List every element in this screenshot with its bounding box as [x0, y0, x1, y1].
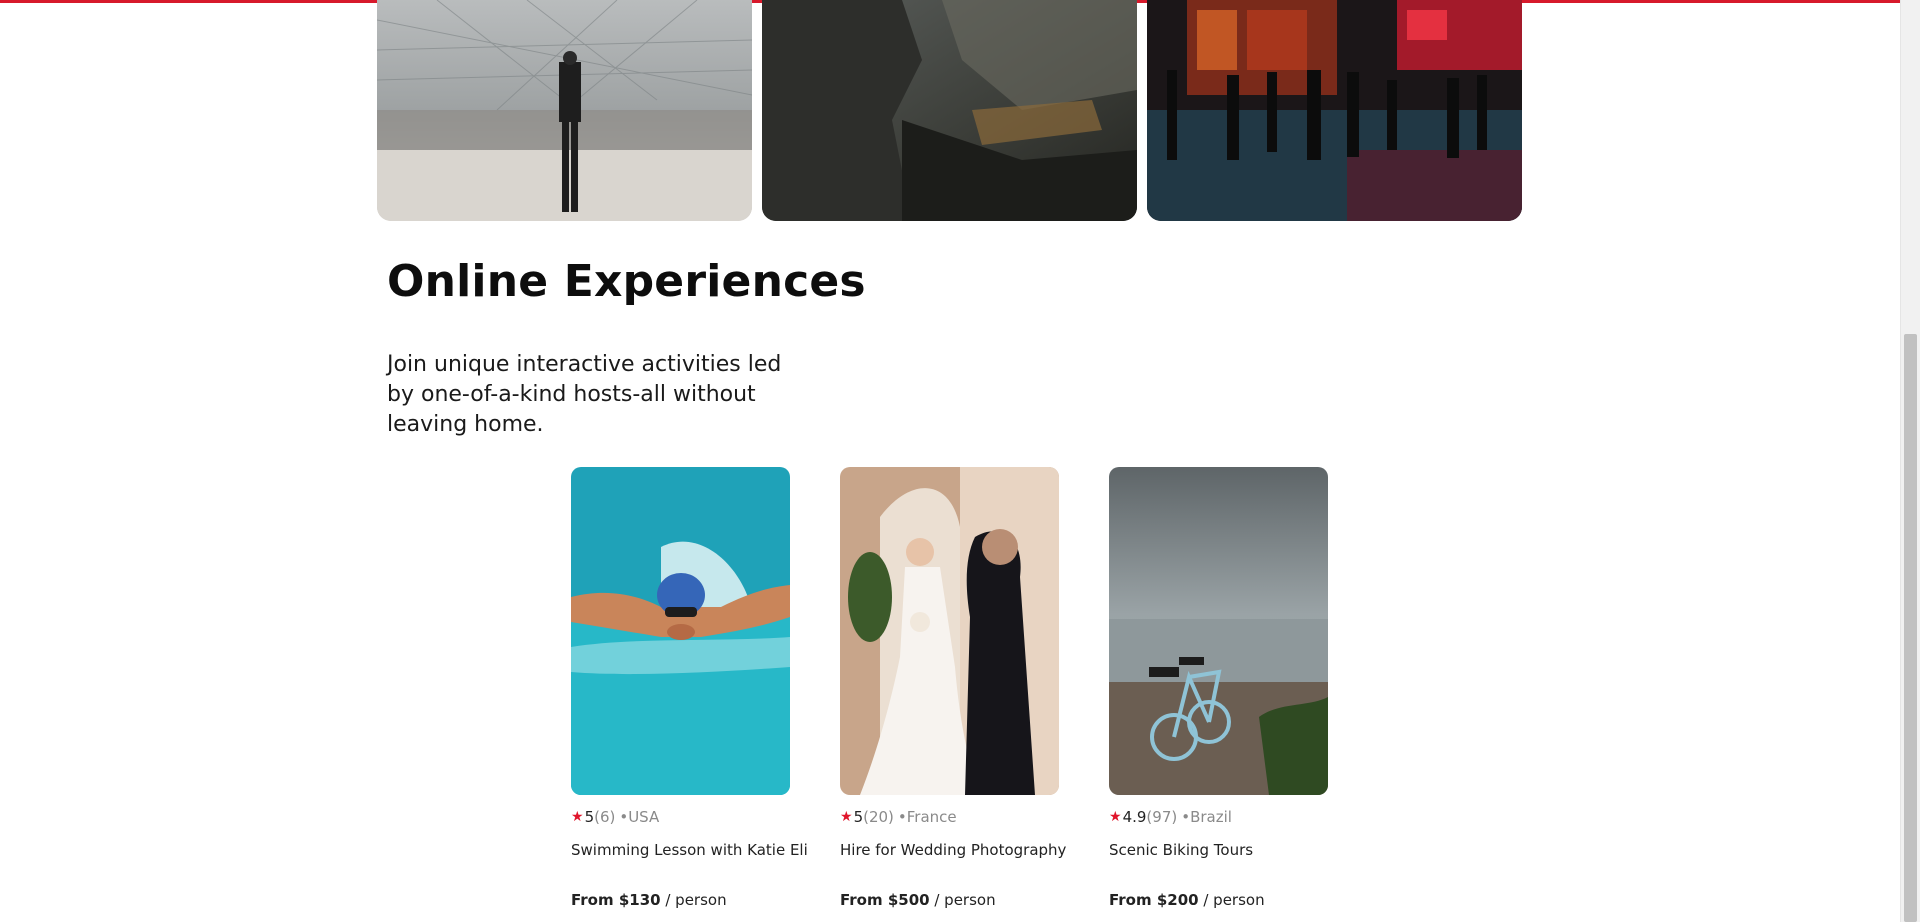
louvre-photo-icon [377, 0, 752, 221]
country: •France [897, 808, 957, 826]
country: •Brazil [1181, 808, 1232, 826]
price-value: From $130 [571, 891, 661, 909]
card-price: From $500 / person [840, 891, 1059, 909]
page-scrollbar[interactable] [1900, 0, 1920, 922]
cliff-photo-icon [762, 0, 1137, 221]
wedding-photo-icon [840, 467, 1059, 795]
card-rating: ★ 5 (20) •France [840, 808, 1059, 826]
rating-value: 4.9 [1122, 808, 1147, 826]
star-icon: ★ [840, 809, 853, 825]
section-description: Join unique interactive activities led b… [387, 352, 782, 437]
card-title[interactable]: Swimming Lesson with Katie Eli [571, 841, 808, 859]
star-icon: ★ [571, 809, 584, 825]
swimmer-photo-icon [571, 467, 790, 795]
scrollbar-thumb[interactable] [1904, 334, 1917, 922]
card-price: From $130 / person [571, 891, 790, 909]
price-unit: / person [1198, 891, 1265, 909]
card-title[interactable]: Scenic Biking Tours [1109, 841, 1328, 859]
review-count: (6) [594, 808, 616, 826]
star-icon: ★ [1109, 809, 1122, 825]
country: •USA [619, 808, 660, 826]
hero-photo-cliff[interactable] [762, 0, 1137, 221]
experience-card[interactable]: ★ 5 (20) •France Hire for Wedding Photog… [840, 467, 1066, 909]
price-value: From $200 [1109, 891, 1199, 909]
review-count: (20) [863, 808, 894, 826]
card-photo[interactable] [1109, 467, 1328, 795]
experience-card[interactable]: ★ 4.9 (97) •Brazil Scenic Biking Tours F… [1109, 467, 1328, 909]
rating-value: 5 [853, 808, 864, 826]
rating-value: 5 [584, 808, 595, 826]
experience-card[interactable]: ★ 5 (6) •USA Swimming Lesson with Katie … [571, 467, 808, 909]
page-viewport: Online Experiences Join unique interacti… [0, 0, 1900, 922]
hero-photo-louvre[interactable] [377, 0, 752, 221]
review-count: (97) [1146, 808, 1178, 826]
price-value: From $500 [840, 891, 930, 909]
night-city-photo-icon [1147, 0, 1522, 221]
hero-photo-row [377, 0, 1523, 221]
experience-cards: ★ 5 (6) •USA Swimming Lesson with Katie … [571, 467, 1328, 909]
bicycle-beach-photo-icon [1109, 467, 1328, 795]
card-price: From $200 / person [1109, 891, 1328, 909]
card-rating: ★ 4.9 (97) •Brazil [1109, 808, 1328, 826]
card-rating: ★ 5 (6) •USA [571, 808, 790, 826]
hero-photo-night-city[interactable] [1147, 0, 1522, 221]
card-photo[interactable] [571, 467, 790, 795]
card-photo[interactable] [840, 467, 1059, 795]
card-title[interactable]: Hire for Wedding Photography [840, 841, 1066, 859]
price-unit: / person [660, 891, 727, 909]
price-unit: / person [929, 891, 996, 909]
section-title: Online Experiences [387, 256, 866, 307]
